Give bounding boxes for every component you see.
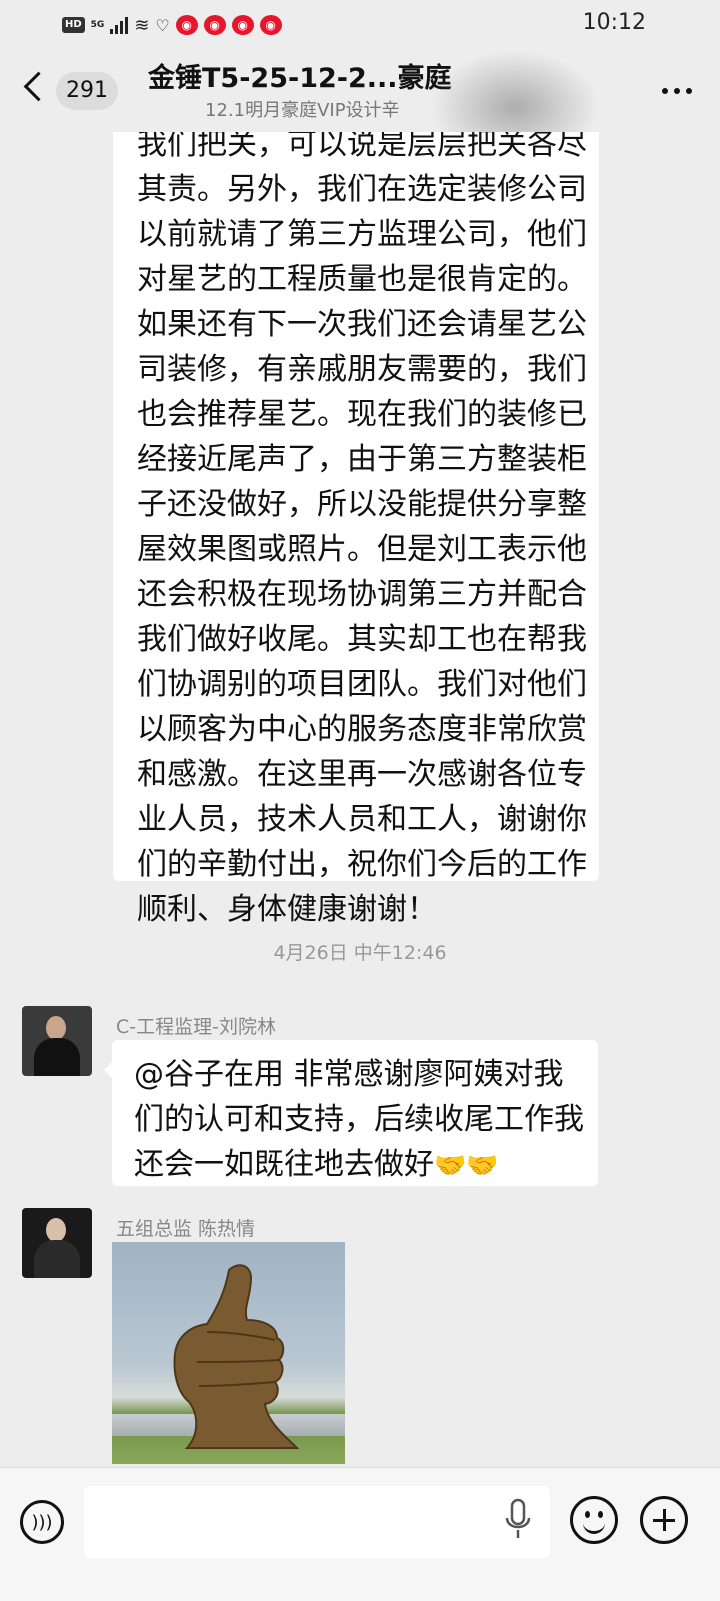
message-line: 业人员，技术人员和工人，谢谢你: [137, 802, 587, 837]
message-text: 们的认可和支持，后续收尾工作我: [134, 1102, 584, 1137]
message-text: @谷子在用 非常感谢廖阿姨对我: [134, 1057, 564, 1092]
chat-header: 291 金锤T5-25-12-2...豪庭 12.1明月豪庭VIP设计辛: [0, 50, 720, 165]
more-dots-icon[interactable]: [662, 88, 692, 94]
emoji-icon[interactable]: [570, 1496, 618, 1544]
weibo-icon: ◉: [203, 15, 226, 35]
plus-icon[interactable]: [640, 1496, 688, 1544]
message-line: 们的辛勤付出，祝你们今后的工作: [137, 847, 587, 882]
sender-name: C-工程监理-刘院林: [116, 1016, 276, 1038]
weibo-icon: ◉: [231, 15, 254, 35]
weibo-icon: ◉: [259, 15, 282, 35]
message-line: 以前就请了第三方监理公司，他们: [137, 217, 587, 252]
message-line: 我们做好收尾。其实却工也在帮我: [137, 622, 587, 657]
message-line: 其责。另外，我们在选定装修公司: [137, 172, 587, 207]
sender-name: 五组总监 陈热情: [116, 1218, 256, 1240]
thumbs-up-statue: [173, 1264, 300, 1449]
chevron-left-icon[interactable]: [23, 71, 54, 102]
signal-icon: [110, 16, 129, 34]
wifi-icon: ≋: [134, 14, 150, 36]
message-line: 我们把关，可以说是层层把关各尽: [137, 132, 587, 162]
message-line: @谷子在用 非常感谢廖阿姨对我: [134, 1052, 598, 1097]
avatar[interactable]: [22, 1006, 92, 1076]
message-line: 以顾客为中心的服务态度非常欣赏: [137, 712, 587, 747]
mic-icon[interactable]: [505, 1498, 531, 1542]
message-line: 和感激。在这里再一次感谢各位专: [137, 757, 587, 792]
status-bar: HD 5G ≋ ♡ ◉ ◉ ◉ ◉ 10:12: [0, 0, 720, 50]
message-list[interactable]: 我们把关，可以说是层层把关各尽其责。另外，我们在选定装修公司 以前就请了第三方监理…: [0, 132, 720, 1467]
handshake-emoji: 🤝🤝: [434, 1151, 499, 1181]
message-bubble[interactable]: @谷子在用 非常感谢廖阿姨对我 们的认可和支持，后续收尾工作我 还会一如既往地去做好…: [104, 1040, 598, 1189]
message-text: 还会一如既往地去做好: [134, 1147, 434, 1182]
message-line: 们协调别的项目团队。我们对他们: [137, 667, 587, 702]
message-line: 们的认可和支持，后续收尾工作我: [134, 1097, 598, 1142]
message-bubble[interactable]: 我们把关，可以说是层层把关各尽其责。另外，我们在选定装修公司 以前就请了第三方监理…: [113, 132, 599, 927]
message-line: 顺利、身体健康谢谢！: [137, 892, 437, 927]
message-timestamp: 4月26日 中午12:46: [273, 942, 447, 964]
status-icons: HD 5G ≋ ♡ ◉ ◉ ◉ ◉: [62, 12, 282, 38]
thumbs-up-statue-image[interactable]: [112, 1242, 345, 1464]
input-bar: ))): [0, 1467, 720, 1601]
message-line: 如果还有下一次我们还会请星艺公: [137, 307, 587, 342]
message-line: 司装修，有亲戚朋友需要的，我们: [137, 352, 587, 387]
message-line: 子还没做好，所以没能提供分享整: [137, 487, 587, 522]
network-type: 5G: [90, 19, 105, 30]
clock: 10:12: [582, 10, 646, 35]
hd-badge: HD: [62, 17, 85, 33]
unread-count-badge[interactable]: 291: [56, 72, 118, 110]
message-line: 对星艺的工程质量也是很肯定的。: [137, 262, 587, 297]
message-line: 也会推荐星艺。现在我们的装修已: [137, 397, 587, 432]
chat-title: 金锤T5-25-12-2...豪庭: [148, 63, 452, 94]
message-line: 还会一如既往地去做好🤝🤝: [134, 1142, 598, 1189]
voice-icon[interactable]: ))): [20, 1500, 64, 1544]
message-line: 屋效果图或照片。但是刘工表示他: [137, 532, 587, 567]
weibo-icon: ◉: [175, 15, 198, 35]
message-line: 经接近尾声了，由于第三方整装柜: [137, 442, 587, 477]
heart-icon: ♡: [155, 15, 170, 35]
avatar[interactable]: [22, 1208, 92, 1278]
chat-subtitle: 12.1明月豪庭VIP设计辛: [205, 100, 400, 121]
message-input[interactable]: [84, 1486, 550, 1558]
message-line: 还会积极在现场协调第三方并配合: [137, 577, 587, 612]
